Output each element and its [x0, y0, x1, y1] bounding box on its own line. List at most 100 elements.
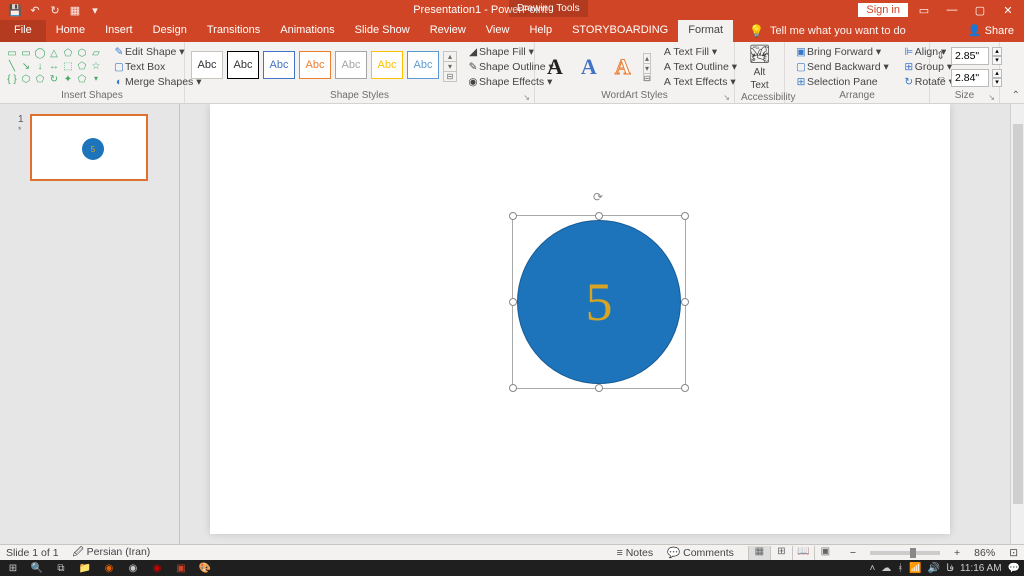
tell-me-search[interactable]: 💡 Tell me what you want to do — [733, 20, 906, 42]
zoom-slider[interactable] — [870, 551, 940, 555]
dialog-launcher-icon[interactable]: ↘ — [988, 93, 995, 102]
powerpoint-icon[interactable]: ▣ — [172, 563, 190, 574]
tab-transitions[interactable]: Transitions — [197, 20, 270, 42]
wordart-style[interactable]: A — [609, 54, 637, 80]
tab-home[interactable]: Home — [46, 20, 95, 42]
slide-sorter-icon[interactable]: ⊞ — [770, 546, 792, 560]
notes-button[interactable]: ≡ Notes — [617, 547, 653, 559]
reading-view-icon[interactable]: 📖 — [792, 546, 814, 560]
notifications-icon[interactable]: 💬 — [1008, 563, 1020, 574]
dialog-launcher-icon[interactable]: ↘ — [723, 93, 730, 102]
spinner-up-icon[interactable]: ▴ — [992, 69, 1002, 78]
gallery-up-icon[interactable]: ▴ — [644, 54, 651, 64]
onedrive-icon[interactable]: ☁ — [881, 563, 891, 574]
close-button[interactable]: ✕ — [996, 4, 1020, 17]
resize-handle[interactable] — [595, 212, 603, 220]
start-from-beginning-icon[interactable]: ▦ — [68, 4, 82, 17]
slide-indicator[interactable]: Slide 1 of 1 — [6, 547, 59, 559]
style-item[interactable]: Abc — [371, 51, 403, 79]
fit-to-window-icon[interactable]: ⊡ — [1009, 547, 1018, 559]
gallery-down-icon[interactable]: ▾ — [644, 64, 651, 74]
spinner-down-icon[interactable]: ▾ — [992, 56, 1002, 65]
chrome-icon[interactable]: ◉ — [124, 563, 142, 574]
tab-storyboarding[interactable]: STORYBOARDING — [562, 20, 678, 42]
slide-thumbnail[interactable]: 5 — [30, 114, 148, 181]
gallery-down-icon[interactable]: ▾ — [444, 62, 456, 72]
network-icon[interactable]: 📶 — [909, 563, 921, 574]
save-icon[interactable]: 💾 — [8, 4, 22, 17]
vertical-scrollbar[interactable] — [1010, 104, 1024, 544]
tab-design[interactable]: Design — [143, 20, 197, 42]
style-item[interactable]: Abc — [407, 51, 439, 79]
shapes-gallery[interactable]: ▭▭◯△⬠⬡▱ ╲↘↓↔⬚⬠☆ { }⬡⬠↻✦⬠▾ — [6, 48, 103, 86]
wordart-style[interactable]: A — [541, 54, 569, 80]
language-indicator[interactable]: فا — [946, 563, 954, 574]
bluetooth-icon[interactable]: ᚼ — [897, 563, 903, 574]
text-fill-button[interactable]: AText Fill ▾ — [657, 45, 741, 59]
zoom-level[interactable]: 86% — [974, 547, 995, 559]
tab-insert[interactable]: Insert — [95, 20, 143, 42]
style-item[interactable]: Abc — [227, 51, 259, 79]
spinner-down-icon[interactable]: ▾ — [992, 78, 1002, 87]
qat-more-icon[interactable]: ▾ — [88, 4, 102, 17]
tab-help[interactable]: Help — [519, 20, 562, 42]
resize-handle[interactable] — [509, 212, 517, 220]
zoom-out-button[interactable]: − — [850, 547, 856, 559]
sign-in-button[interactable]: Sign in — [858, 3, 908, 17]
undo-icon[interactable]: ↶ — [28, 4, 42, 17]
resize-handle[interactable] — [681, 298, 689, 306]
shape-height-input[interactable] — [951, 47, 989, 65]
selection-pane-button[interactable]: ⊞Selection Pane — [791, 75, 893, 89]
bring-forward-button[interactable]: ▣Bring Forward ▾ — [791, 45, 893, 59]
tab-animations[interactable]: Animations — [270, 20, 344, 42]
shape-oval[interactable]: 5 — [517, 220, 681, 384]
task-view-icon[interactable]: ⧉ — [52, 563, 70, 574]
resize-handle[interactable] — [509, 298, 517, 306]
clock[interactable]: 11:16 AM — [960, 563, 1002, 574]
slideshow-view-icon[interactable]: ▣ — [814, 546, 836, 560]
wordart-style[interactable]: A — [575, 54, 603, 80]
style-item[interactable]: Abc — [299, 51, 331, 79]
language-indicator[interactable]: 🖉 Persian (Iran) — [73, 544, 151, 562]
shape-style-gallery[interactable]: Abc Abc Abc Abc Abc Abc Abc ▴ ▾ ⊟ — [191, 51, 457, 82]
tab-file[interactable]: File — [0, 20, 46, 42]
share-button[interactable]: 👤 Share — [958, 20, 1024, 42]
slide-canvas-area[interactable]: 5 ⟳ — [180, 104, 1024, 544]
scrollbar-thumb[interactable] — [1013, 124, 1023, 504]
firefox-icon[interactable]: ◉ — [100, 563, 118, 574]
tab-view[interactable]: View — [476, 20, 520, 42]
resize-handle[interactable] — [681, 212, 689, 220]
shape-width-input[interactable] — [951, 69, 989, 87]
style-item[interactable]: Abc — [263, 51, 295, 79]
zoom-in-button[interactable]: + — [954, 547, 960, 559]
app-icon[interactable]: 🎨 — [196, 563, 214, 574]
style-item[interactable]: Abc — [335, 51, 367, 79]
resize-handle[interactable] — [509, 384, 517, 392]
file-explorer-icon[interactable]: 📁 — [76, 563, 94, 574]
spinner-up-icon[interactable]: ▴ — [992, 47, 1002, 56]
resize-handle[interactable] — [595, 384, 603, 392]
slide[interactable]: 5 ⟳ — [210, 104, 950, 534]
comments-button[interactable]: 💬 Comments — [667, 546, 734, 559]
text-outline-button[interactable]: AText Outline ▾ — [657, 60, 741, 74]
maximize-button[interactable]: ▢ — [968, 4, 992, 17]
send-backward-button[interactable]: ▢Send Backward ▾ — [791, 60, 893, 74]
tab-review[interactable]: Review — [420, 20, 476, 42]
collapse-ribbon-icon[interactable]: ⌃ — [1012, 90, 1020, 101]
resize-handle[interactable] — [681, 384, 689, 392]
normal-view-icon[interactable]: ▦ — [748, 546, 770, 560]
search-icon[interactable]: 🔍 — [28, 563, 46, 574]
tab-slideshow[interactable]: Slide Show — [345, 20, 420, 42]
dialog-launcher-icon[interactable]: ↘ — [523, 93, 530, 102]
redo-icon[interactable]: ↻ — [48, 4, 62, 17]
text-effects-button[interactable]: AText Effects ▾ — [657, 75, 741, 89]
tray-up-icon[interactable]: ˄ — [869, 563, 875, 574]
zoom-slider-knob[interactable] — [910, 548, 916, 558]
gallery-more-icon[interactable]: ⊟ — [644, 74, 651, 83]
gallery-more-icon[interactable]: ⊟ — [444, 72, 456, 81]
tab-format[interactable]: Format — [678, 20, 733, 42]
rotation-handle-icon[interactable]: ⟳ — [593, 190, 603, 204]
start-button-icon[interactable]: ⊞ — [4, 563, 22, 574]
volume-icon[interactable]: 🔊 — [928, 563, 940, 574]
style-item[interactable]: Abc — [191, 51, 223, 79]
